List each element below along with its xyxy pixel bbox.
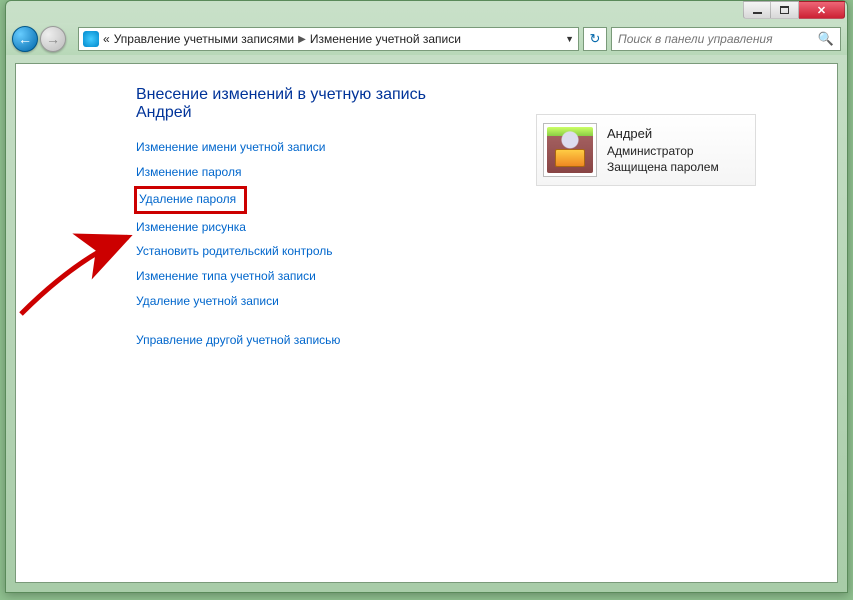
back-arrow-icon: ← (18, 31, 32, 47)
link-delete-account[interactable]: Удаление учетной записи (136, 294, 476, 310)
link-change-picture[interactable]: Изменение рисунка (136, 220, 476, 236)
breadcrumb-bar[interactable]: « Управление учетными записями ▶ Изменен… (78, 27, 579, 51)
link-parental-controls[interactable]: Установить родительский контроль (136, 244, 476, 260)
highlighted-link-box: Удаление пароля (134, 186, 247, 214)
refresh-icon: ↻ (590, 31, 601, 47)
refresh-button[interactable]: ↻ (583, 27, 607, 51)
link-change-account-type[interactable]: Изменение типа учетной записи (136, 269, 476, 285)
search-box[interactable]: 🔍 (611, 27, 841, 51)
avatar-image (547, 127, 593, 173)
link-manage-other-account[interactable]: Управление другой учетной записью (136, 333, 476, 349)
users-icon (83, 31, 99, 47)
user-status: Защищена паролем (607, 159, 719, 175)
control-panel-window: ✕ ← → « Управление учетными записями ▶ И… (5, 0, 848, 593)
maximize-button[interactable] (771, 1, 799, 19)
breadcrumb-prefix: « (103, 32, 110, 46)
titlebar: ✕ (6, 1, 847, 23)
avatar-frame (543, 123, 597, 177)
search-input[interactable] (618, 32, 818, 46)
maximize-icon (780, 6, 789, 14)
minimize-button[interactable] (743, 1, 771, 19)
user-card: Андрей Администратор Защищена паролем (536, 114, 756, 186)
breadcrumb-item[interactable]: Управление учетными записями (114, 32, 294, 46)
search-icon[interactable]: 🔍 (818, 31, 834, 47)
back-button[interactable]: ← (12, 26, 38, 52)
breadcrumb-item[interactable]: Изменение учетной записи (310, 32, 461, 46)
minimize-icon (753, 12, 762, 14)
link-change-password[interactable]: Изменение пароля (136, 165, 476, 181)
link-delete-password[interactable]: Удаление пароля (139, 192, 236, 208)
chevron-right-icon: ▶ (298, 34, 306, 45)
user-name: Андрей (607, 125, 719, 143)
forward-arrow-icon: → (46, 31, 60, 47)
chevron-down-icon[interactable]: ▼ (565, 34, 574, 44)
page-heading: Внесение изменений в учетную запись Андр… (136, 86, 476, 122)
forward-button[interactable]: → (40, 26, 66, 52)
close-button[interactable]: ✕ (799, 1, 845, 19)
link-change-account-name[interactable]: Изменение имени учетной записи (136, 140, 476, 156)
content-area: Внесение изменений в учетную запись Андр… (15, 63, 838, 583)
close-icon: ✕ (817, 4, 826, 17)
navbar: ← → « Управление учетными записями ▶ Изм… (6, 23, 847, 55)
user-role: Администратор (607, 143, 719, 159)
